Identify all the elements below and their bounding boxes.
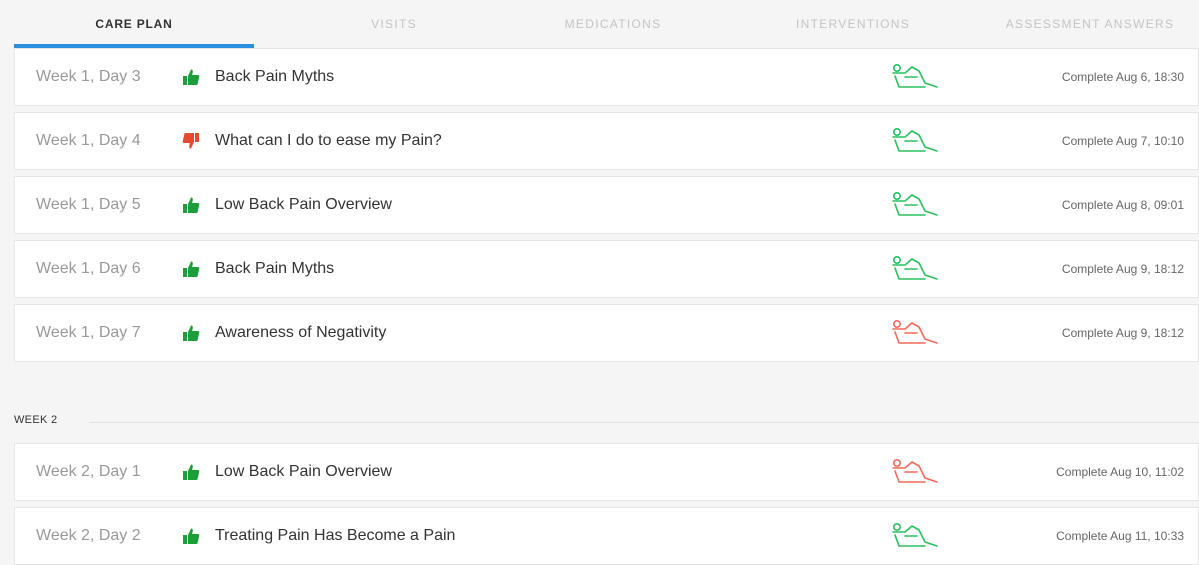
tab-medications[interactable]: MEDICATIONS bbox=[513, 0, 713, 48]
item-title: Treating Pain Has Become a Pain bbox=[215, 527, 456, 544]
care-plan-item[interactable]: Week 2, Day 1 Low Back Pain Overview Com… bbox=[14, 443, 1199, 501]
person-lying-icon bbox=[892, 458, 938, 483]
item-day: Week 2, Day 2 bbox=[36, 527, 141, 544]
person-lying-icon bbox=[892, 522, 938, 547]
item-title: Back Pain Myths bbox=[215, 68, 335, 85]
item-status: Complete Aug 9, 18:12 bbox=[1061, 326, 1184, 340]
care-plan-item[interactable]: Week 1, Day 7 Awareness of Negativity Co… bbox=[14, 304, 1199, 362]
thumbs-up-icon bbox=[183, 528, 200, 544]
tab-care-plan[interactable]: CARE PLAN bbox=[14, 0, 254, 48]
item-title: Low Back Pain Overview bbox=[215, 196, 392, 213]
person-lying-icon bbox=[892, 63, 938, 88]
thumbs-up-icon bbox=[183, 197, 200, 213]
person-lying-icon bbox=[892, 127, 938, 152]
item-day: Week 2, Day 1 bbox=[36, 463, 141, 480]
item-title: Awareness of Negativity bbox=[215, 324, 387, 341]
item-status: Complete Aug 9, 18:12 bbox=[1061, 262, 1184, 276]
section-divider bbox=[90, 422, 1199, 423]
thumbs-up-icon bbox=[183, 325, 200, 341]
thumbs-up-icon bbox=[183, 69, 200, 85]
tab-bar: CARE PLAN VISITS MEDICATIONS INTERVENTIO… bbox=[0, 0, 1199, 48]
care-plan-item[interactable]: Week 1, Day 5 Low Back Pain Overview Com… bbox=[14, 176, 1199, 234]
item-status: Complete Aug 8, 09:01 bbox=[1061, 198, 1184, 212]
care-plan-item[interactable]: Week 1, Day 6 Back Pain Myths Complete A… bbox=[14, 240, 1199, 298]
thumbs-up-icon bbox=[183, 261, 200, 277]
item-day: Week 1, Day 7 bbox=[36, 324, 141, 341]
item-status: Complete Aug 6, 18:30 bbox=[1061, 70, 1184, 84]
item-title: Low Back Pain Overview bbox=[215, 463, 392, 480]
tab-visits[interactable]: VISITS bbox=[294, 0, 494, 48]
tab-assessment-answers[interactable]: ASSESSMENT ANSWERS bbox=[990, 0, 1190, 48]
thumbs-down-icon bbox=[182, 133, 199, 149]
week-section-label: WEEK 2 bbox=[14, 414, 58, 426]
person-lying-icon bbox=[892, 319, 938, 344]
item-title: What can I do to ease my Pain? bbox=[215, 132, 442, 149]
tab-interventions[interactable]: INTERVENTIONS bbox=[753, 0, 953, 48]
item-status: Complete Aug 11, 10:33 bbox=[1056, 529, 1184, 543]
item-title: Back Pain Myths bbox=[215, 260, 335, 277]
item-day: Week 1, Day 6 bbox=[36, 260, 141, 277]
person-lying-icon bbox=[892, 255, 938, 280]
item-day: Week 1, Day 5 bbox=[36, 196, 141, 213]
item-status: Complete Aug 7, 10:10 bbox=[1061, 134, 1184, 148]
thumbs-up-icon bbox=[183, 464, 200, 480]
care-plan-item[interactable]: Week 1, Day 4 What can I do to ease my P… bbox=[14, 112, 1199, 170]
care-plan-item[interactable]: Week 1, Day 3 Back Pain Myths Complete A… bbox=[14, 48, 1199, 106]
item-status: Complete Aug 10, 11:02 bbox=[1056, 465, 1184, 479]
item-day: Week 1, Day 4 bbox=[36, 132, 141, 149]
care-plan-item[interactable]: Week 2, Day 2 Treating Pain Has Become a… bbox=[14, 507, 1199, 565]
item-day: Week 1, Day 3 bbox=[36, 68, 141, 85]
person-lying-icon bbox=[892, 191, 938, 216]
